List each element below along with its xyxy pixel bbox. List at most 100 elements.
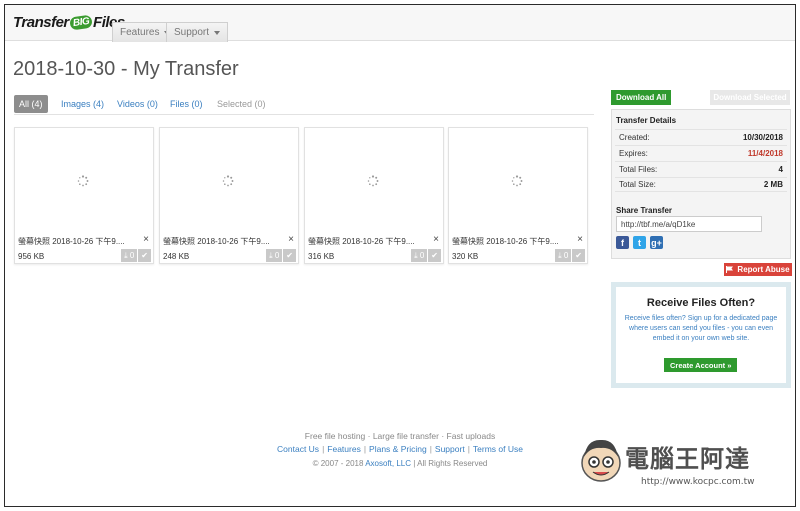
watermark: 電腦王阿達 http://www.kocpc.com.tw [579,433,791,493]
detail-value: 4 [778,164,783,174]
tab-videos[interactable]: Videos (0) [112,95,163,113]
close-icon[interactable]: × [433,234,439,245]
download-count-button[interactable]: ⤓ 0 [266,249,283,262]
file-actions: ⤓ 0 ✔ [555,249,585,262]
loading-spinner-icon [367,175,379,187]
select-button[interactable]: ✔ [428,249,441,262]
check-icon: ✔ [575,251,582,260]
download-icon: ⤓ [414,250,418,260]
receive-files-title: Receive Files Often? [646,297,756,309]
download-count: 0 [274,251,280,260]
check-icon: ✔ [431,251,438,260]
support-menu[interactable]: Support [166,22,229,42]
download-count: 0 [129,251,135,260]
file-name: 螢幕快照 2018-10-26 下午9.... [308,237,415,246]
file-actions: ⤓ 0 ✔ [121,249,151,262]
facebook-icon[interactable]: f [616,236,629,249]
file-size: 320 KB [452,252,479,261]
detail-row-total-size: Total Size: 2 MB [615,177,787,192]
loading-spinner-icon [511,175,523,187]
file-card[interactable]: 螢幕快照 2018-10-26 下午9.... × 320 KB ⤓ 0 ✔ [448,127,588,264]
tab-images[interactable]: Images (4) [56,95,109,113]
check-icon: ✔ [286,251,293,260]
file-actions: ⤓ 0 ✔ [411,249,441,262]
loading-spinner-icon [77,175,89,187]
download-count: 0 [419,251,425,260]
tab-selected[interactable]: Selected (0) [212,95,271,113]
create-account-button[interactable]: Create Account » [664,358,738,372]
file-name: 螢幕快照 2018-10-26 下午9.... [18,237,125,246]
close-icon[interactable]: × [143,234,149,245]
file-card[interactable]: 螢幕快照 2018-10-26 下午9.... × 316 KB ⤓ 0 ✔ [304,127,444,264]
file-card[interactable]: 螢幕快照 2018-10-26 下午9.... × 956 KB ⤓ 0 ✔ [14,127,154,264]
detail-value: 2 MB [763,180,783,189]
detail-label: Created: [619,132,650,142]
download-count-button[interactable]: ⤓ 0 [555,249,572,262]
watermark-title: 電腦王阿達 [625,445,750,473]
transfer-details-panel: Transfer Details Created: 10/30/2018 Exp… [611,109,791,259]
mascot-icon [581,439,621,482]
logo-text-transfer: Transfer [13,14,69,31]
file-name: 螢幕快照 2018-10-26 下午9.... [452,237,559,246]
check-icon: ✔ [141,251,148,260]
close-icon[interactable]: × [577,234,583,245]
receive-files-box: Receive Files Often? Receive files often… [616,287,786,383]
footer-link-plans[interactable]: Plans & Pricing [369,444,427,454]
page-title: 2018-10-30 - My Transfer [13,58,239,80]
detail-row-created: Created: 10/30/2018 [615,129,787,144]
support-menu-label: Support [174,27,210,38]
copyright-suffix: | All Rights Reserved [411,459,488,468]
tab-files[interactable]: Files (0) [165,95,208,113]
receive-files-text: Receive files often? Sign up for a dedic… [624,315,778,342]
report-abuse-label: Report Abuse [737,265,790,274]
download-all-button[interactable]: Download All [611,90,672,105]
footer-link-support[interactable]: Support [435,444,465,454]
flag-icon [726,266,734,273]
file-size: 248 KB [163,252,190,261]
detail-row-total-files: Total Files: 4 [615,161,787,176]
twitter-icon[interactable]: t [633,236,646,249]
detail-value: 10/30/2018 [742,132,783,142]
loading-spinner-icon [222,175,234,187]
file-size: 956 KB [18,252,45,261]
top-bar: Transfer BIG Files Features Support [5,5,795,42]
logo[interactable]: Transfer BIG Files [13,14,125,31]
file-name: 螢幕快照 2018-10-26 下午9.... [163,237,270,246]
file-actions: ⤓ 0 ✔ [266,249,296,262]
watermark-url: http://www.kocpc.com.tw [641,477,755,487]
copyright-prefix: © 2007 - 2018 [312,459,366,468]
detail-value: 11/4/2018 [747,148,783,158]
logo-text-big: BIG [68,14,93,31]
select-button[interactable]: ✔ [283,249,296,262]
close-icon[interactable]: × [288,234,294,245]
download-count-button[interactable]: ⤓ 0 [411,249,428,262]
select-button[interactable]: ✔ [138,249,151,262]
report-abuse-button[interactable]: Report Abuse [724,263,792,276]
detail-label: Total Size: [619,180,656,189]
download-icon: ⤓ [124,250,128,260]
detail-label: Total Files: [619,164,658,174]
chevron-down-icon [214,30,221,35]
share-url-input[interactable] [616,216,762,232]
file-card[interactable]: 螢幕快照 2018-10-26 下午9.... × 248 KB ⤓ 0 ✔ [159,127,299,264]
footer-link-contact[interactable]: Contact Us [277,444,319,454]
features-menu-label: Features [120,27,160,38]
detail-row-expires: Expires: 11/4/2018 [615,145,787,160]
download-count-button[interactable]: ⤓ 0 [121,249,138,262]
detail-label: Expires: [619,148,648,158]
filter-tabs: All (4) Images (4) Videos (0) Files (0) … [14,93,594,115]
footer-link-features[interactable]: Features [327,444,361,454]
share-transfer-title: Share Transfer [616,206,673,215]
google-plus-icon[interactable]: g+ [650,236,663,249]
transfer-details-title: Transfer Details [616,116,677,125]
footer-link-terms[interactable]: Terms of Use [473,444,523,454]
download-selected-button[interactable]: Download Selected [710,90,790,105]
browser-frame: Transfer BIG Files Features Support 2018… [4,4,796,507]
axosoft-link[interactable]: Axosoft, LLC [365,459,411,468]
download-icon: ⤓ [269,250,273,260]
tab-all[interactable]: All (4) [14,95,48,113]
receive-files-promo: Receive Files Often? Receive files often… [611,282,791,388]
file-size: 316 KB [308,252,335,261]
select-button[interactable]: ✔ [572,249,585,262]
download-count: 0 [563,251,569,260]
